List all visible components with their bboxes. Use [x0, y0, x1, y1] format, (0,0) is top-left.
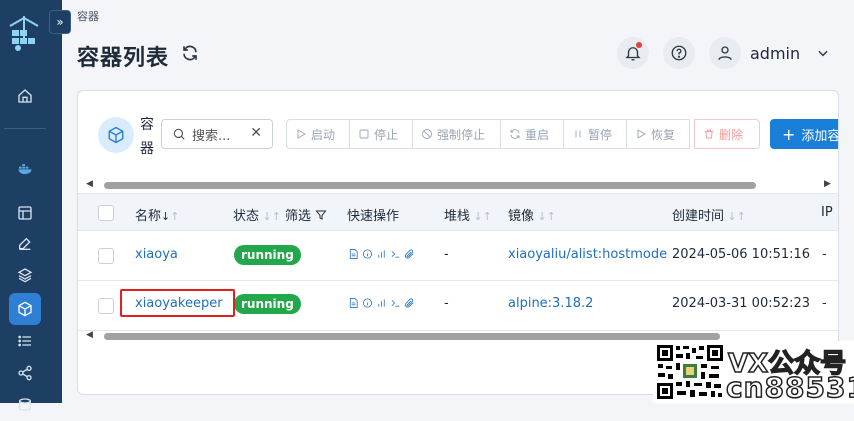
stack-value: - [444, 247, 449, 262]
console-icon[interactable] [390, 297, 401, 309]
help-icon [671, 45, 687, 61]
watermark-line-2: cn88531 [725, 370, 854, 405]
sort-icon: ↑ [170, 210, 180, 223]
quick-actions [348, 297, 415, 309]
nav-networks-icon[interactable] [9, 357, 41, 389]
card-title: 容器 [140, 117, 154, 157]
notifications-button[interactable] [617, 37, 649, 69]
scrollbar-thumb[interactable] [104, 333, 720, 340]
nav-dashboard-icon[interactable] [9, 197, 41, 229]
stop-icon [359, 129, 369, 139]
user-icon [718, 46, 732, 61]
add-container-button[interactable]: +添加容器 [770, 119, 838, 149]
kill-button[interactable]: 强制停止 [412, 119, 501, 149]
image-link[interactable]: alpine:3.18.2 [508, 296, 593, 311]
created-value: 2024-03-31 00:52:23 [672, 296, 811, 311]
pause-icon [575, 130, 581, 138]
column-quick-actions-header: 快速操作 [347, 209, 400, 224]
stats-icon[interactable] [376, 248, 387, 260]
refresh-icon[interactable] [181, 44, 199, 62]
nav-docker-icon[interactable] [9, 152, 41, 184]
play-icon [637, 129, 646, 139]
scroll-right-icon[interactable]: ▶ [824, 179, 831, 189]
row-checkbox[interactable] [98, 248, 114, 264]
user-name[interactable]: admin [750, 44, 800, 63]
column-state-header[interactable]: 状态 ↓↑ [233, 205, 281, 224]
annotation-highlight-box [120, 289, 235, 317]
column-stack-header[interactable]: 堆栈 ↓↑ [444, 205, 492, 224]
sort-desc-icon: ↓ [161, 210, 171, 223]
status-badge: running [234, 294, 301, 314]
user-avatar[interactable] [709, 37, 741, 69]
qr-code-image [656, 344, 724, 400]
created-value: 2024-05-06 10:51:16 [672, 247, 811, 262]
clear-search-icon[interactable]: ✕ [250, 125, 262, 141]
breadcrumb: 容器 [77, 10, 99, 23]
image-link[interactable]: xiaoyaliu/alist:hostmode [508, 247, 667, 262]
scroll-left-icon[interactable]: ◀ [86, 179, 93, 189]
attach-icon[interactable] [404, 248, 415, 260]
logs-icon[interactable] [348, 297, 359, 309]
scroll-left-icon[interactable]: ◀ [86, 330, 93, 340]
nav-stacks-icon[interactable] [9, 259, 41, 291]
nav-templates-icon[interactable] [9, 228, 41, 260]
trash-icon [705, 129, 713, 139]
nav-volumes-icon[interactable] [9, 389, 41, 421]
plus-icon: + [782, 124, 796, 144]
sidebar [0, 0, 62, 411]
row-checkbox[interactable] [98, 298, 114, 314]
inspect-icon[interactable] [362, 297, 373, 309]
quick-actions [348, 248, 415, 260]
chevron-down-icon[interactable] [816, 46, 830, 60]
nav-images-icon[interactable] [9, 325, 41, 357]
inspect-icon[interactable] [362, 248, 373, 260]
pause-button[interactable]: 暂停 [563, 119, 627, 149]
state-filter-button[interactable]: 筛选 [285, 205, 327, 224]
search-input[interactable]: 搜索... ✕ [161, 119, 273, 149]
ip-value: - [822, 296, 827, 311]
ban-icon [422, 129, 432, 139]
nav-home-icon[interactable] [9, 80, 41, 112]
sort-icon: ↓↑ [724, 210, 746, 223]
page-title: 容器列表 [77, 46, 170, 71]
sort-icon: ↓↑ [259, 210, 281, 223]
nav-containers-icon[interactable] [9, 293, 41, 325]
ip-value: - [822, 247, 827, 262]
container-name-link[interactable]: xiaoya [135, 247, 178, 262]
stop-button[interactable]: 停止 [349, 119, 413, 149]
sort-icon: ↓↑ [534, 210, 556, 223]
filter-icon [315, 210, 327, 220]
column-ip-header[interactable]: IP [821, 205, 833, 220]
console-icon[interactable] [390, 248, 401, 260]
column-created-header[interactable]: 创建时间 ↓↑ [672, 205, 746, 224]
table-header: 名称↓↑ 状态 ↓↑ 筛选 快速操作 堆栈 ↓↑ 镜像 ↓↑ 创建时间 ↓↑ I… [78, 193, 838, 231]
sort-icon: ↓↑ [470, 210, 492, 223]
help-button[interactable] [663, 37, 695, 69]
search-icon [173, 128, 185, 140]
restart-icon [510, 129, 520, 139]
logs-icon[interactable] [348, 248, 359, 260]
stats-icon[interactable] [376, 297, 387, 309]
play-icon [297, 129, 306, 139]
status-badge: running [234, 245, 301, 265]
column-image-header[interactable]: 镜像 ↓↑ [508, 205, 556, 224]
container-box-icon [98, 117, 134, 153]
table-row: xiaoya running - xiaoyaliu/alist:hostmod… [78, 231, 838, 281]
start-button[interactable]: 启动 [286, 119, 350, 149]
select-all-checkbox[interactable] [98, 205, 114, 221]
nav-divider [4, 128, 46, 129]
search-placeholder: 搜索... [192, 128, 231, 144]
column-name-header[interactable]: 名称↓↑ [135, 205, 179, 224]
notification-dot [636, 42, 642, 48]
restart-button[interactable]: 重启 [500, 119, 564, 149]
top-horizontal-scrollbar[interactable]: ◀ ▶ [82, 179, 836, 191]
resume-button[interactable]: 恢复 [626, 119, 690, 149]
sidebar-collapse-button[interactable]: » [49, 10, 71, 34]
portainer-logo[interactable] [8, 14, 40, 52]
delete-button[interactable]: 删除 [694, 119, 760, 149]
stack-value: - [444, 296, 449, 311]
attach-icon[interactable] [404, 297, 415, 309]
scrollbar-thumb[interactable] [104, 182, 756, 189]
watermark: VX公众号 cn88531 [653, 341, 854, 405]
